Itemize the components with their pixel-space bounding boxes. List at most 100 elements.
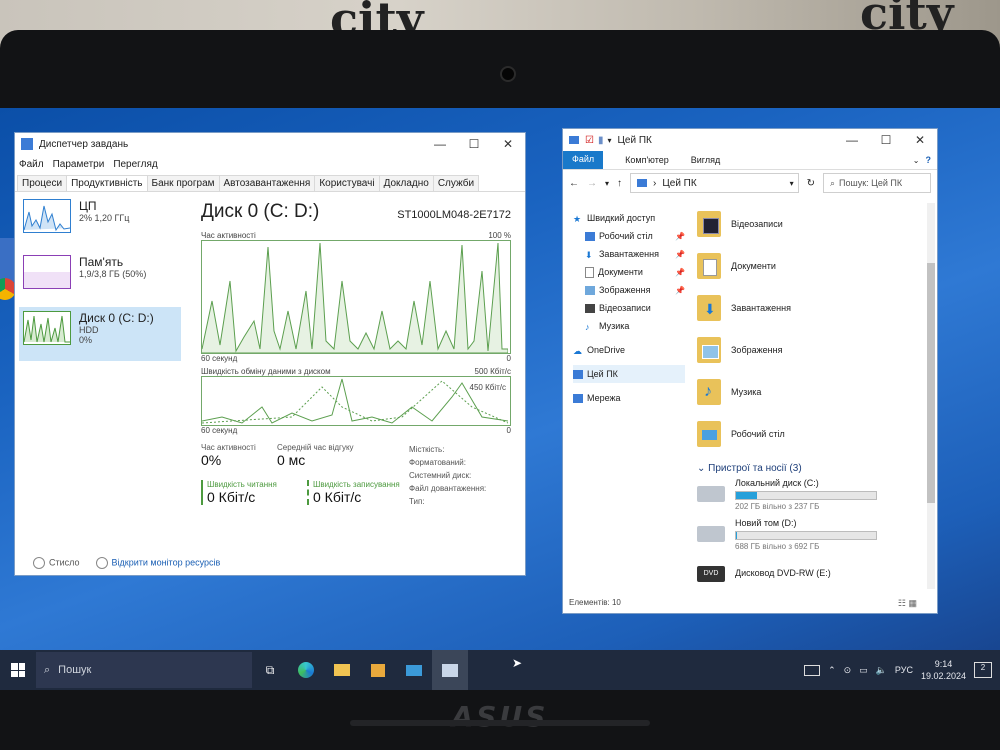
tab-services[interactable]: Служби xyxy=(432,175,480,191)
tab-details[interactable]: Докладно xyxy=(378,175,434,191)
star-icon: ★ xyxy=(573,213,582,224)
new-folder-icon[interactable]: ▮ xyxy=(598,135,604,146)
nav-network[interactable]: Мережа xyxy=(573,389,685,407)
drive-e[interactable]: DVD Дисковод DVD-RW (E:) xyxy=(697,558,927,598)
nav-this-pc[interactable]: Цей ПК xyxy=(573,365,685,383)
mail-button[interactable] xyxy=(396,650,432,690)
active-time-label: Час активності xyxy=(201,443,256,452)
drive-d[interactable]: Новий том (D:) 688 ГБ вільно з 692 ГБ xyxy=(697,518,927,558)
help-icon[interactable]: ? xyxy=(926,155,932,165)
ribbon-computer[interactable]: Комп'ютер xyxy=(625,155,669,165)
start-button[interactable] xyxy=(0,650,36,690)
edge-button[interactable] xyxy=(288,650,324,690)
forward-arrow-icon[interactable]: → xyxy=(587,178,597,189)
mouse-cursor: ➤ xyxy=(512,656,523,670)
volume-icon[interactable]: 🔈 xyxy=(876,665,887,676)
nav-music[interactable]: ♪ Музика xyxy=(573,317,685,335)
desktop-icon xyxy=(585,231,595,241)
menu-view[interactable]: Перегляд xyxy=(113,159,157,170)
recent-dropdown-icon[interactable]: ▾ xyxy=(605,179,609,188)
cpu-usage: 2% 1,20 ГГц xyxy=(79,213,130,223)
nav-downloads[interactable]: ⬇ Завантаження 📌 xyxy=(573,245,685,263)
folder-videos[interactable]: Відеозаписи xyxy=(697,203,927,245)
tab-performance[interactable]: Продуктивність xyxy=(66,175,148,191)
network-icon[interactable]: ⊙ xyxy=(844,665,852,676)
vertical-scrollbar[interactable] xyxy=(927,203,935,589)
minimize-button[interactable]: — xyxy=(423,137,457,151)
clock[interactable]: 9:14 19.02.2024 xyxy=(921,658,966,682)
ribbon-view[interactable]: Вигляд xyxy=(691,155,721,165)
menu-file[interactable]: Файл xyxy=(19,159,44,170)
maximize-button[interactable]: ☐ xyxy=(457,137,491,151)
active-time-plot xyxy=(202,242,508,353)
quick-access-dropdown-icon[interactable]: ▾ xyxy=(607,136,611,145)
tab-users[interactable]: Користувачі xyxy=(314,175,380,191)
resource-memory[interactable]: Пам'ять 1,9/3,8 ГБ (50%) xyxy=(19,251,181,305)
task-view-icon: ⧉ xyxy=(265,662,275,677)
folder-desktop[interactable]: Робочий стіл xyxy=(697,413,927,455)
scrollbar-thumb[interactable] xyxy=(927,263,935,503)
memory-label: Пам'ять xyxy=(79,255,124,269)
nav-documents[interactable]: Документи 📌 xyxy=(573,263,685,281)
drive-c[interactable]: Локальний диск (C:) 202 ГБ вільно з 237 … xyxy=(697,478,927,518)
refresh-icon[interactable]: ↻ xyxy=(807,178,815,189)
battery-icon[interactable]: ▭ xyxy=(859,665,868,676)
nav-desktop[interactable]: Робочий стіл 📌 xyxy=(573,227,685,245)
view-toggle-icons[interactable]: ☷ ▦ xyxy=(898,598,917,609)
chevron-up-icon[interactable]: ⌃ xyxy=(828,665,836,676)
explorer-close-button[interactable]: ✕ xyxy=(903,133,937,147)
close-button[interactable]: ✕ xyxy=(491,137,525,151)
nav-pictures[interactable]: Зображення 📌 xyxy=(573,281,685,299)
folder-downloads[interactable]: ⬇ Завантаження xyxy=(697,287,927,329)
write-speed-value: 0 Кбіт/с xyxy=(313,489,362,505)
ribbon-file[interactable]: Файл xyxy=(563,151,604,169)
task-manager-button[interactable] xyxy=(432,650,468,690)
up-arrow-icon[interactable]: ↑ xyxy=(617,178,622,189)
drive-d-free: 688 ГБ вільно з 692 ГБ xyxy=(735,542,820,551)
ribbon-expand-icon[interactable]: ⌄ xyxy=(913,156,920,165)
folder-music[interactable]: ♪ Музика xyxy=(697,371,927,413)
resource-monitor-link[interactable]: Відкрити монітор ресурсів xyxy=(95,557,220,569)
taskbar: ⌕ Пошук ⧉ ⌃ ⊙ ▭ 🔈 РУС 9:14 19.02.2024 2 xyxy=(0,650,1000,690)
tab-startup[interactable]: Автозавантаження xyxy=(218,175,316,191)
navigation-pane: ★ Швидкий доступ Робочий стіл 📌 ⬇ Завантаже… xyxy=(573,209,685,407)
tab-processes[interactable]: Процеси xyxy=(17,175,68,191)
file-explorer-button[interactable] xyxy=(324,650,360,690)
nav-onedrive[interactable]: ☁ OneDrive xyxy=(573,341,685,359)
graph1-min: 0 xyxy=(506,354,511,363)
keyboard-icon[interactable] xyxy=(804,664,821,676)
address-bar[interactable]: › Цей ПК ▾ xyxy=(630,173,799,193)
devices-group-header[interactable]: ⌄ Пристрої та носії (3) xyxy=(697,463,927,474)
explorer-title: Цей ПК xyxy=(617,134,652,146)
graph2-time: 60 секунд xyxy=(201,426,238,435)
search-box[interactable]: ⌕ Пошук: Цей ПК xyxy=(823,173,931,193)
nav-videos[interactable]: Відеозаписи xyxy=(573,299,685,317)
search-placeholder: Пошук: Цей ПК xyxy=(839,178,903,188)
transfer-rate-graph: 450 Кбіт/с xyxy=(201,376,511,426)
disk-label: Диск 0 (C: D:) xyxy=(79,311,154,325)
explorer-minimize-button[interactable]: — xyxy=(835,133,869,147)
address-dropdown-icon[interactable]: ▾ xyxy=(790,179,794,188)
nav-quick-access[interactable]: ★ Швидкий доступ xyxy=(573,209,685,227)
store-button[interactable] xyxy=(360,650,396,690)
task-view-button[interactable]: ⧉ xyxy=(252,650,288,690)
taskbar-search[interactable]: ⌕ Пошук xyxy=(36,652,252,688)
language-indicator[interactable]: РУС xyxy=(895,665,913,675)
resource-cpu[interactable]: ЦП 2% 1,20 ГГц xyxy=(19,195,181,249)
tab-app-history[interactable]: Банк програм xyxy=(146,175,220,191)
document-icon xyxy=(585,266,594,278)
graph1-time: 60 секунд xyxy=(201,354,238,363)
resource-disk[interactable]: Диск 0 (C: D:) HDD 0% xyxy=(19,307,181,361)
pin-icon: 📌 xyxy=(675,267,685,277)
menu-options[interactable]: Параметри xyxy=(53,159,105,170)
explorer-maximize-button[interactable]: ☐ xyxy=(869,133,903,147)
nav-label: Відеозаписи xyxy=(599,303,651,313)
fewer-details-link[interactable]: Стисло xyxy=(33,557,80,569)
clock-time: 9:14 xyxy=(934,659,953,669)
back-arrow-icon[interactable]: ← xyxy=(569,178,579,189)
resource-list: ЦП 2% 1,20 ГГц Пам'ять 1,9/3,8 ГБ (50%) … xyxy=(19,195,181,363)
folder-pictures[interactable]: Зображення xyxy=(697,329,927,371)
notification-center-icon[interactable]: 2 xyxy=(974,662,992,678)
folder-documents[interactable]: Документи xyxy=(697,245,927,287)
properties-icon[interactable]: ☑ xyxy=(585,135,594,146)
